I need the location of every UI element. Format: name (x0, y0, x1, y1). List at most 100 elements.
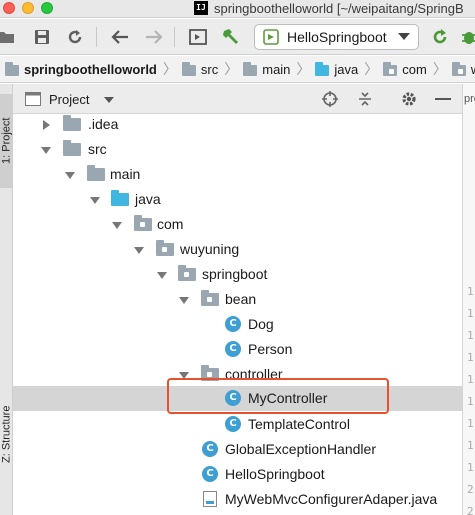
tree-node-label: controller (225, 366, 283, 382)
line-number: 1 (467, 461, 474, 474)
line-number: 2 (467, 483, 474, 496)
breadcrumb-label: w (471, 62, 475, 77)
tree-node-controller[interactable]: controller (13, 362, 462, 387)
tree-node-wuyuning[interactable]: wuyuning (13, 237, 462, 262)
tree-node-main[interactable]: main (13, 162, 462, 187)
line-number: 1 (467, 373, 474, 386)
zoom-window-button[interactable] (41, 2, 53, 14)
chevron-right-icon[interactable] (43, 120, 50, 130)
package-icon (451, 62, 466, 76)
tree-node-idea[interactable]: .idea (13, 112, 462, 137)
breadcrumb-label: java (334, 61, 359, 77)
breadcrumb-label: src (200, 61, 219, 77)
folder-icon (63, 115, 81, 132)
tree-node-mywebmvcconfigureradaper[interactable]: MyWebMvcConfigurerAdaper.java (13, 487, 462, 512)
chevron-down-icon[interactable] (104, 97, 114, 103)
chevron-down-icon[interactable] (41, 147, 51, 154)
collapse-all-icon[interactable] (355, 89, 375, 109)
tree-node-label: HelloSpringboot (225, 466, 325, 482)
tree-node-com[interactable]: com (13, 212, 462, 237)
structure-tool-tab[interactable]: Z: Structure (0, 384, 13, 484)
intellij-logo-icon: IJ (194, 1, 208, 15)
tree-node-label: java (135, 191, 161, 207)
package-icon (201, 365, 219, 382)
breadcrumb-com[interactable]: com 〉 (378, 59, 447, 79)
debug-icon[interactable] (458, 26, 475, 48)
spring-boot-class-icon: C (202, 466, 220, 482)
line-number: 1 (467, 307, 474, 320)
build-hammer-icon[interactable] (220, 26, 242, 48)
chevron-down-icon[interactable] (65, 172, 75, 179)
folder-icon (181, 62, 196, 76)
class-icon: C (225, 390, 243, 406)
breadcrumb-java[interactable]: java 〉 (310, 59, 378, 79)
tree-node-label: GlobalExceptionHandler (225, 441, 376, 457)
chevron-down-icon[interactable] (179, 372, 189, 379)
forward-arrow-icon[interactable] (143, 26, 165, 48)
class-icon: C (225, 316, 243, 332)
tree-node-label: MyWebMvcConfigurerAdaper.java (225, 491, 438, 507)
tree-node-label: wuyuning (180, 241, 240, 257)
editor-edge: pro 1 1 1 1 1 1 1 1 1 2 2 (462, 84, 475, 515)
chevron-down-icon (398, 33, 410, 40)
package-icon (134, 215, 152, 232)
chevron-down-icon[interactable] (112, 222, 122, 229)
open-folder-icon[interactable] (0, 26, 18, 48)
save-all-icon[interactable] (31, 26, 53, 48)
navigation-breadcrumb: springboothelloworld 〉 src 〉 main 〉 java… (0, 56, 475, 83)
package-icon (178, 265, 196, 282)
tree-node-globalexceptionhandler[interactable]: C GlobalExceptionHandler (13, 437, 462, 462)
tree-node-person[interactable]: C Person (13, 337, 462, 362)
tree-node-label: com (157, 216, 184, 232)
chevron-down-icon[interactable] (134, 247, 144, 254)
main-toolbar: HelloSpringboot (0, 19, 475, 55)
synchronize-icon[interactable] (64, 26, 86, 48)
tree-node-label: TemplateControl (248, 416, 350, 432)
line-number: 2 (467, 505, 474, 515)
line-number: 1 (467, 417, 474, 430)
chevron-down-icon[interactable] (179, 297, 189, 304)
close-window-button[interactable] (3, 2, 15, 14)
run-anything-icon[interactable] (187, 26, 209, 48)
tree-node-mycontroller[interactable]: C MyController (13, 386, 462, 411)
breadcrumb-wuyuning[interactable]: w (447, 62, 475, 77)
window-title: springboothelloworld [~/weipaitang/Sprin… (214, 1, 464, 16)
line-number: 1 (467, 285, 474, 298)
tree-node-dog[interactable]: C Dog (13, 312, 462, 337)
minimize-window-button[interactable] (22, 2, 34, 14)
class-icon: C (225, 416, 243, 432)
gear-icon[interactable] (399, 89, 419, 109)
tree-node-templatecontrol[interactable]: C TemplateControl (13, 412, 462, 437)
chevron-right-icon: 〉 (296, 61, 311, 77)
rerun-icon[interactable] (429, 26, 451, 48)
folder-icon (63, 140, 81, 157)
tree-node-java[interactable]: java (13, 187, 462, 212)
tree-node-label: Person (248, 341, 293, 357)
breadcrumb-label: com (402, 61, 427, 77)
breadcrumb-main[interactable]: main 〉 (238, 59, 310, 79)
tree-node-hellospringboot[interactable]: C HelloSpringboot (13, 462, 462, 487)
chevron-down-icon[interactable] (157, 272, 167, 279)
tree-node-label: Dog (248, 316, 274, 332)
back-arrow-icon[interactable] (109, 26, 131, 48)
package-icon (383, 62, 398, 76)
tree-node-bean[interactable]: bean (13, 287, 462, 312)
hide-pane-icon[interactable] (433, 89, 453, 109)
folder-icon (87, 165, 105, 182)
run-configuration-label: HelloSpringboot (287, 29, 387, 45)
tree-node-label: springboot (202, 266, 268, 282)
chevron-right-icon: 〉 (432, 61, 447, 77)
tree-node-springboot[interactable]: springboot (13, 262, 462, 287)
tree-node-label: .idea (88, 116, 119, 132)
locate-crosshair-icon[interactable] (320, 89, 340, 109)
editor-tab-label[interactable]: pro (464, 93, 475, 105)
breadcrumb-project[interactable]: springboothelloworld 〉 (0, 59, 177, 79)
java-file-icon (203, 491, 221, 507)
tree-node-src[interactable]: src (13, 137, 462, 162)
project-view-selector[interactable]: Project (49, 92, 89, 107)
breadcrumb-src[interactable]: src 〉 (177, 59, 238, 79)
spring-boot-icon (263, 29, 279, 45)
run-configuration-selector[interactable]: HelloSpringboot (254, 24, 419, 50)
project-tool-tab[interactable]: 1: Project (0, 94, 13, 188)
chevron-down-icon[interactable] (90, 197, 100, 204)
